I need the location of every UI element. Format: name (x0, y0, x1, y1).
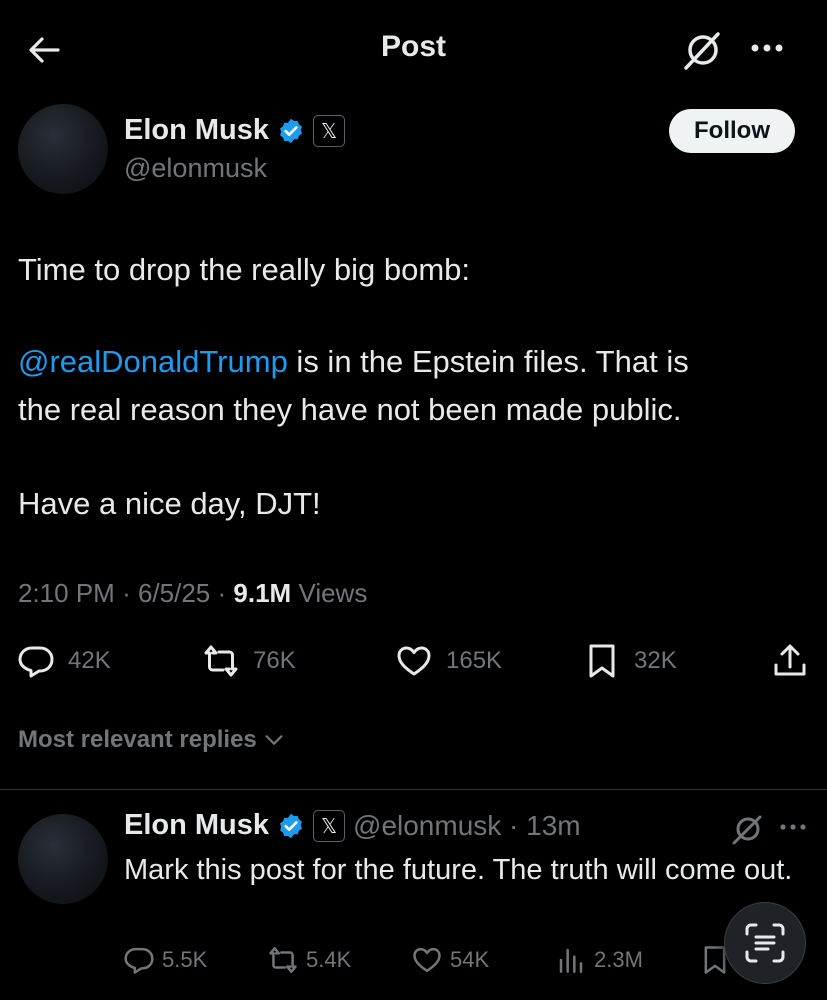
views-chart-icon (559, 948, 583, 973)
repost-count: 76K (253, 647, 296, 674)
follow-button[interactable]: Follow (669, 109, 795, 153)
post-date[interactable]: 6/5/25 (138, 578, 210, 608)
author-row: Elon Musk 𝕏 (124, 114, 346, 147)
reply-header: Elon Musk 𝕏 @elonmusk · 13m (124, 809, 581, 842)
x-logo-icon: 𝕏 (320, 118, 338, 143)
grok-icon[interactable] (730, 812, 764, 846)
avatar[interactable] (18, 104, 108, 194)
repost-action[interactable]: 76K (203, 643, 296, 679)
repost-icon (269, 947, 297, 973)
reply-repost-action[interactable]: 5.4K (268, 945, 351, 975)
repost-icon (204, 645, 238, 677)
post-meta: 2:10 PM · 6/5/25 · 9.1M Views (18, 578, 367, 609)
more-options-icon[interactable] (747, 36, 787, 60)
meta-separator: · (122, 578, 131, 608)
reply-reply-count: 5.5K (162, 947, 208, 972)
top-bar: Post (0, 0, 827, 92)
post-text-line-4: Have a nice day, DJT! (18, 486, 321, 521)
reply-handle-time[interactable]: @elonmusk · 13m (353, 810, 581, 842)
reply-text: Mark this post for the future. The truth… (124, 854, 793, 886)
post-text-line-3: the real reason they have not been made … (18, 392, 682, 427)
reply-views-count: 2.3M (594, 947, 643, 972)
like-count: 165K (446, 647, 503, 674)
reply-like-count: 54K (450, 947, 490, 972)
reply-avatar[interactable] (18, 814, 108, 904)
mention-link[interactable]: @realDonaldTrump (18, 344, 288, 379)
like-action[interactable]: 165K (396, 643, 502, 679)
grok-icon[interactable] (680, 28, 724, 72)
reply-reply-action[interactable]: 5.5K (124, 945, 207, 975)
reply-more-options-icon[interactable] (778, 818, 808, 836)
reply-author-name[interactable]: Elon Musk (124, 809, 269, 842)
bookmark-action[interactable]: 32K (584, 643, 677, 679)
x-affiliation-badge: 𝕏 (313, 809, 346, 842)
verified-badge-icon (277, 117, 305, 145)
reply-icon (124, 947, 154, 974)
reply-repost-count: 5.4K (306, 947, 352, 972)
reply-icon (18, 646, 54, 678)
author-handle[interactable]: @elonmusk (124, 153, 267, 184)
share-icon (774, 644, 806, 676)
post-text-segment: is in the Epstein files. That is (287, 344, 689, 379)
share-action[interactable] (772, 643, 808, 679)
scan-text-icon (745, 923, 785, 963)
reply-like-action[interactable]: 54K (412, 945, 489, 975)
bookmark-icon (589, 644, 615, 678)
post-text-line-1: Time to drop the really big bomb: (18, 252, 471, 287)
replies-sort-label: Most relevant replies (18, 726, 257, 753)
x-logo-icon: 𝕏 (320, 813, 338, 838)
grok-summary-fab[interactable] (724, 902, 806, 984)
x-affiliation-badge: 𝕏 (313, 114, 346, 147)
views-label: Views (298, 578, 368, 608)
post-time[interactable]: 2:10 PM (18, 578, 115, 608)
replies-sort-dropdown[interactable]: Most relevant replies (18, 726, 285, 754)
views-count: 9.1M (233, 578, 292, 608)
chevron-down-icon (265, 735, 283, 745)
post-text-line-2: @realDonaldTrump is in the Epstein files… (18, 338, 808, 386)
reply-count: 42K (68, 647, 111, 674)
heart-icon (397, 646, 431, 676)
bookmark-count: 32K (634, 647, 677, 674)
reply-action[interactable]: 42K (18, 643, 111, 679)
reply-views-action[interactable]: 2.3M (556, 945, 643, 975)
verified-badge-icon (277, 812, 305, 840)
divider (0, 789, 827, 790)
author-name[interactable]: Elon Musk (124, 114, 269, 147)
meta-separator: · (217, 578, 227, 608)
heart-icon (413, 947, 441, 973)
